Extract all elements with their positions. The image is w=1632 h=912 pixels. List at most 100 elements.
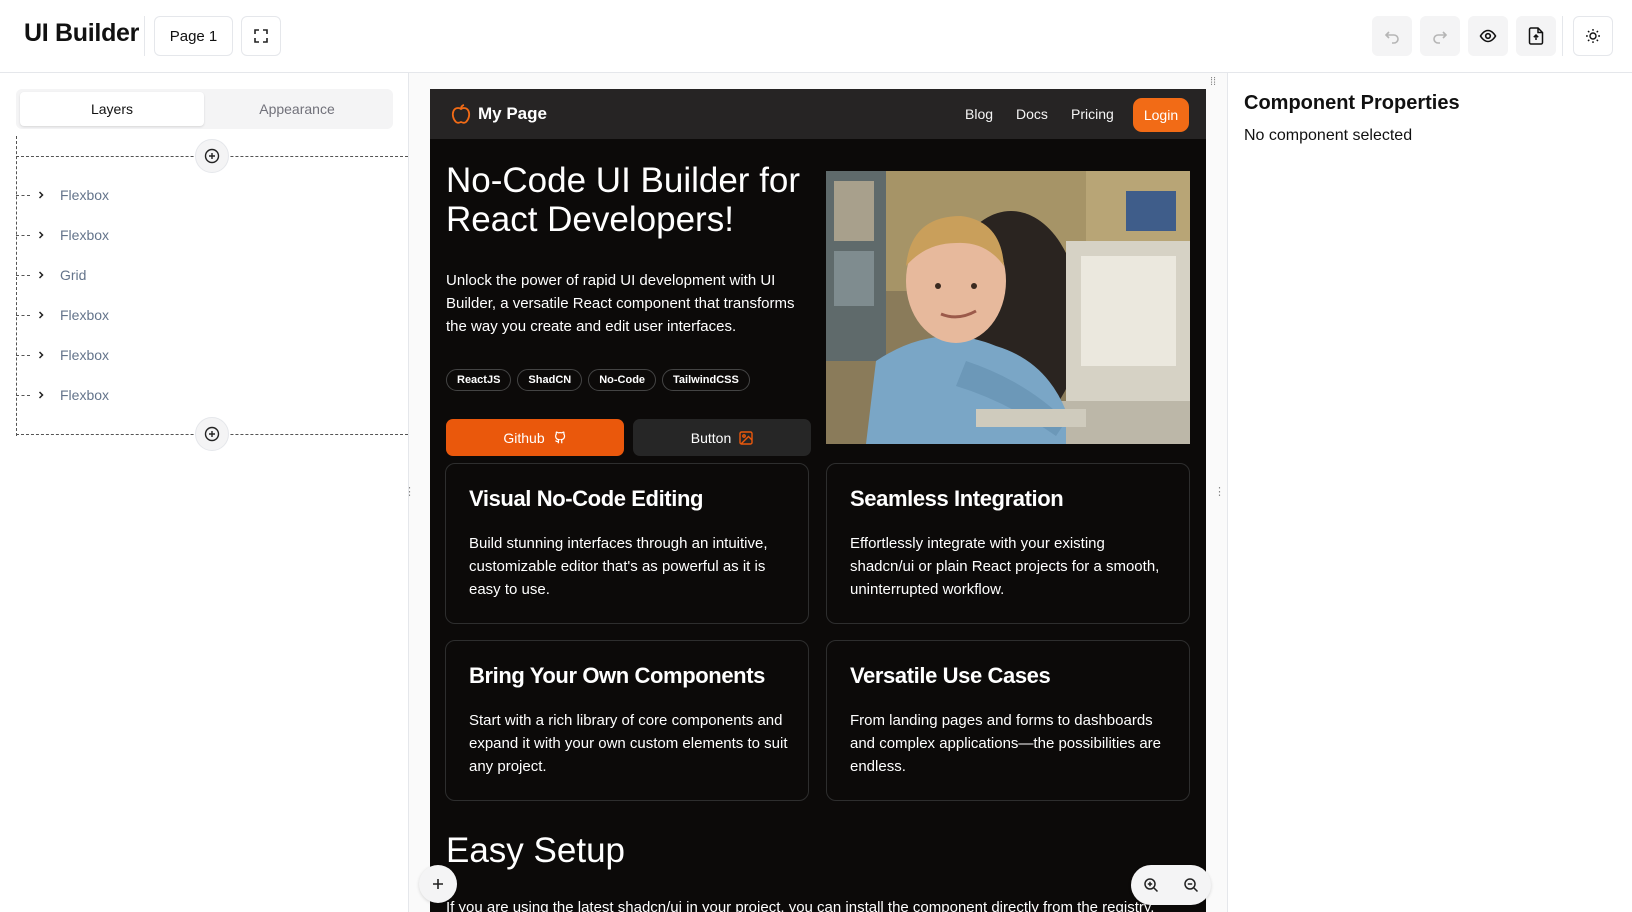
github-button[interactable]: Github <box>446 419 624 456</box>
top-toolbar: UI Builder Page 1 <box>0 0 1632 73</box>
hero-text: Unlock the power of rapid UI development… <box>446 272 795 335</box>
badge: ReactJS <box>446 369 512 391</box>
eye-icon <box>1479 29 1497 43</box>
export-button[interactable] <box>1516 16 1556 56</box>
secondary-button-label: Button <box>690 429 732 446</box>
chevron-right-icon[interactable] <box>30 230 52 240</box>
left-resize-handle[interactable]: ⋮ <box>409 487 415 498</box>
preview-button[interactable] <box>1468 16 1508 56</box>
app-title: UI Builder <box>24 19 140 47</box>
tab-layers[interactable]: Layers <box>20 92 204 126</box>
zoom-out-icon <box>1184 878 1199 893</box>
panel-tabs: Layers Appearance <box>16 89 393 129</box>
undo-button[interactable] <box>1372 16 1412 56</box>
fullscreen-button[interactable] <box>241 16 281 56</box>
tech-badges: ReactJS ShadCN No-Code TailwindCSS <box>446 369 750 391</box>
zoom-controls <box>1131 865 1211 905</box>
setup-text: If you are using the latest shadcn/ui in… <box>446 899 1155 912</box>
plus-circle-icon <box>204 148 220 164</box>
feature-card-text: Build stunning interfaces through an int… <box>469 535 768 598</box>
feature-card: Bring Your Own Components Start with a r… <box>445 640 809 801</box>
feature-card-title: Visual No-Code Editing <box>469 486 704 511</box>
fullscreen-icon <box>254 29 268 43</box>
chevron-right-icon[interactable] <box>30 350 52 360</box>
page-select-button[interactable]: Page 1 <box>154 16 233 56</box>
feature-card: Visual No-Code Editing Build stunning in… <box>445 463 809 624</box>
layer-label: Flexbox <box>60 227 110 243</box>
layer-label: Flexbox <box>60 187 110 203</box>
image-icon <box>739 430 753 445</box>
properties-title: Component Properties <box>1244 92 1460 114</box>
github-button-label: Github <box>503 429 545 446</box>
secondary-button[interactable]: Button <box>633 419 811 456</box>
divider <box>1562 16 1563 56</box>
file-export-icon <box>1528 27 1544 45</box>
redo-icon <box>1433 31 1448 44</box>
add-component-bottom-button[interactable] <box>195 417 229 451</box>
layer-item[interactable]: Flexbox <box>16 343 386 367</box>
add-button[interactable] <box>419 865 457 903</box>
theme-toggle-button[interactable] <box>1573 16 1613 56</box>
nav-link-blog[interactable]: Blog <box>965 106 993 122</box>
canvas-drag-handle[interactable]: ⁞⁞ <box>1210 77 1216 88</box>
layer-item[interactable]: Flexbox <box>16 183 386 207</box>
login-button[interactable]: Login <box>1133 98 1189 132</box>
nav-link-pricing[interactable]: Pricing <box>1071 106 1114 122</box>
tree-connector <box>16 314 30 316</box>
badge: ShadCN <box>517 369 583 391</box>
page-preview[interactable]: My Page Blog Docs Pricing Login No-Code … <box>430 89 1206 912</box>
properties-empty-state: No component selected <box>1244 127 1413 144</box>
layer-item[interactable]: Flexbox <box>16 303 386 327</box>
badge: TailwindCSS <box>662 369 750 391</box>
redo-button[interactable] <box>1420 16 1460 56</box>
layer-item[interactable]: Flexbox <box>16 223 386 247</box>
zoom-in-button[interactable] <box>1131 865 1171 905</box>
badge: No-Code <box>588 369 657 391</box>
layer-item[interactable]: Flexbox <box>16 383 386 407</box>
feature-card-title: Versatile Use Cases <box>850 663 1051 688</box>
apple-icon <box>451 104 471 124</box>
feature-card-text: Start with a rich library of core compon… <box>469 712 788 775</box>
hero-title: No-Code UI Builder for React Developers! <box>446 161 801 239</box>
tree-connector <box>16 354 30 356</box>
feature-card-title: Bring Your Own Components <box>469 663 765 688</box>
plus-icon <box>433 879 443 889</box>
preview-logo[interactable]: My Page <box>450 103 547 125</box>
tab-appearance[interactable]: Appearance <box>205 92 389 126</box>
divider <box>144 16 145 56</box>
properties-panel: Component Properties No component select… <box>1227 73 1632 912</box>
sun-icon <box>1586 29 1600 43</box>
github-icon <box>554 431 565 443</box>
feature-card-text: Effortlessly integrate with your existin… <box>850 535 1160 598</box>
setup-title: Easy Setup <box>446 831 625 870</box>
editor-canvas: ⋮ ⋮ ⁞⁞ My Page Blog Docs Pricing Login N… <box>409 73 1227 912</box>
preview-navbar: My Page Blog Docs Pricing Login <box>430 89 1206 139</box>
layer-label: Flexbox <box>60 387 110 403</box>
zoom-out-button[interactable] <box>1171 865 1211 905</box>
tree-connector <box>16 194 30 196</box>
tree-connector <box>16 234 30 236</box>
chevron-right-icon[interactable] <box>30 390 52 400</box>
zoom-in-icon <box>1144 878 1159 893</box>
hero-image <box>826 171 1190 444</box>
undo-icon <box>1384 31 1399 44</box>
layer-label: Grid <box>60 267 87 283</box>
preview-brand: My Page <box>478 104 547 123</box>
left-panel: Layers Appearance Flexbox Flexbox Grid F… <box>0 73 409 912</box>
layer-label: Flexbox <box>60 347 110 363</box>
feature-card-text: From landing pages and forms to dashboar… <box>850 712 1162 775</box>
layer-item[interactable]: Grid <box>16 263 386 287</box>
feature-card: Versatile Use Cases From landing pages a… <box>826 640 1190 801</box>
plus-circle-icon <box>204 426 220 442</box>
feature-card-title: Seamless Integration <box>850 486 1064 511</box>
chevron-right-icon[interactable] <box>30 310 52 320</box>
chevron-right-icon[interactable] <box>30 190 52 200</box>
right-resize-handle[interactable]: ⋮ <box>1214 487 1225 498</box>
chevron-right-icon[interactable] <box>30 270 52 280</box>
tree-connector <box>16 274 30 276</box>
nav-link-docs[interactable]: Docs <box>1016 106 1048 122</box>
tree-connector <box>16 394 30 396</box>
add-component-top-button[interactable] <box>195 139 229 173</box>
feature-card: Seamless Integration Effortlessly integr… <box>826 463 1190 624</box>
layer-label: Flexbox <box>60 307 110 323</box>
